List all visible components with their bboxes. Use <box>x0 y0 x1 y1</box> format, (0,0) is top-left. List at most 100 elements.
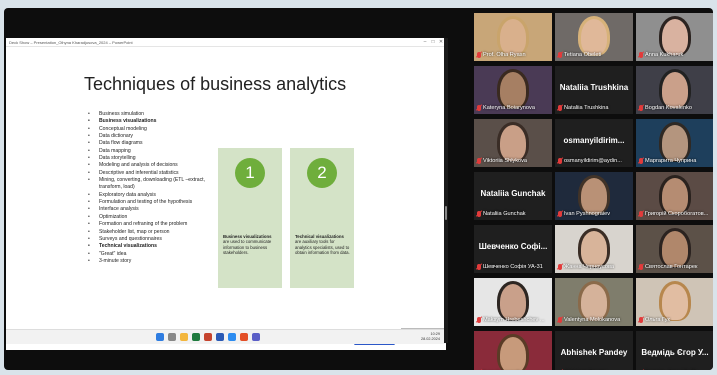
participant-face <box>662 284 688 320</box>
participant-tile[interactable]: Bogdan Kovalenko <box>636 66 713 114</box>
technique-item: "Great" idea <box>86 251 226 259</box>
participant-name: Жанна Черноусова <box>564 264 614 270</box>
participant-tile[interactable]: Prof. Olha Ryasn <box>474 13 552 61</box>
participant-label: Abhishek Pandey <box>558 369 608 370</box>
participant-tile[interactable]: Abhishek Pandey Abhishek Pandey <box>555 331 633 370</box>
participant-label: Iryna Lazarenko <box>477 369 523 370</box>
chrome-icon[interactable] <box>240 333 248 341</box>
participant-label: Nataliia Gunchak <box>477 210 526 218</box>
participant-label: Viktoriia Shlykova <box>477 157 527 165</box>
participant-name: Tetiana Obeleti <box>564 52 602 58</box>
participant-label: Valentyna Molokanova <box>558 316 620 324</box>
participant-tile[interactable]: Ivan Pyshnograiev <box>555 172 633 220</box>
splitter-handle-icon[interactable] <box>445 206 447 220</box>
participant-label: Святослав Гонтарек <box>639 263 697 271</box>
technique-item: transform, load) <box>99 184 135 191</box>
participant-tile[interactable]: Anna Kukharuk <box>636 13 713 61</box>
participant-tile[interactable]: Viktoriia Shlykova <box>474 119 552 167</box>
participant-name: Святослав Гонтарек <box>645 264 698 270</box>
clock-date: 28.02.2024 <box>420 337 440 341</box>
window-title: Deck Show – Presentation_Olhyna Kharadju… <box>9 40 133 45</box>
participant-tile[interactable]: Nataliia Trushkina Nataliia Trushkina <box>555 66 633 114</box>
muted-mic-icon <box>477 211 481 217</box>
zoom-icon[interactable] <box>228 333 236 341</box>
participant-display-name: Шевченко Софі... <box>478 242 548 251</box>
participant-name: Шевченко Софія УА-31 <box>483 264 543 270</box>
windows-taskbar: 10:29 28.02.2024 <box>6 329 446 344</box>
participant-tile[interactable]: Iryna Lazarenko <box>474 331 552 370</box>
participant-tile[interactable]: Святослав Гонтарек <box>636 225 713 273</box>
participant-tile[interactable]: Kateryna Boiarynova <box>474 66 552 114</box>
participant-display-name: Nataliia Trushkina <box>559 83 629 92</box>
participant-name: Prof. Olha Ryasn <box>483 52 526 58</box>
card-text: Business visualizations are used to comm… <box>223 234 279 255</box>
participant-tile[interactable]: Tetiana Obeleti <box>555 13 633 61</box>
technique-item: Conceptual modeling <box>86 126 226 134</box>
participant-display-name: Abhishek Pandey <box>560 348 628 357</box>
maximize-icon[interactable]: □ <box>430 39 436 45</box>
technique-list: Business simulationBusiness visualizatio… <box>86 111 226 266</box>
participant-label: Nataliia Trushkina <box>558 104 608 112</box>
technique-item: Data storytelling <box>86 155 226 163</box>
participant-name: Nataliia Trushkina <box>564 105 609 111</box>
participant-video <box>474 331 552 370</box>
powerpoint-icon[interactable] <box>204 333 212 341</box>
participant-tile[interactable]: Nataliia Gunchak Nataliia Gunchak <box>474 172 552 220</box>
technique-item: Data dictionary <box>86 133 226 141</box>
technique-item: 3-minute story <box>86 258 226 266</box>
participant-tile[interactable]: Ведмідь Єгор У... Ведмідь Єгор УА-22 <box>636 331 713 370</box>
folder-icon[interactable] <box>180 333 188 341</box>
participant-label: Maksym Hrebeshchev ... <box>477 316 545 324</box>
participant-name: Ivan Pyshnograiev <box>564 211 611 217</box>
participant-name: Viktoriia Shlykova <box>483 158 528 164</box>
teams-icon[interactable] <box>252 333 260 341</box>
participant-label: Ведмідь Єгор УА-22 <box>639 369 697 370</box>
participant-tile[interactable]: osmanyildirim... osmanyildirim@aydin... <box>555 119 633 167</box>
shared-screen[interactable]: Deck Show – Presentation_Olhyna Kharadju… <box>6 38 446 350</box>
muted-mic-icon <box>639 211 643 217</box>
technique-item: Business simulation <box>86 111 226 119</box>
technique-item: Formation and refraning of the problem <box>86 221 226 229</box>
participant-tile[interactable]: Григорій Скоробогатов... <box>636 172 713 220</box>
participant-tile[interactable]: Ольга Гук <box>636 278 713 326</box>
participant-tile[interactable]: Жанна Черноусова <box>555 225 633 273</box>
participant-name: Григорій Скоробогатов... <box>645 211 709 217</box>
participant-face <box>662 178 688 214</box>
technique-item: Interface analysis <box>86 206 226 214</box>
participant-tile[interactable]: Шевченко Софі... Шевченко Софія УА-31 <box>474 225 552 273</box>
technique-item: Business visualizations <box>86 118 226 126</box>
card-body: are used to communicate information to b… <box>223 239 272 255</box>
participant-label: Жанна Черноусова <box>558 263 614 271</box>
muted-mic-icon <box>558 158 562 164</box>
business-visualizations-card: 1 Business visualizations are used to co… <box>218 148 282 288</box>
technique-item: Formulation and testing of the hypothesi… <box>86 199 226 207</box>
participant-face <box>500 72 526 108</box>
number-badge-2: 2 <box>307 158 337 188</box>
participant-name: Nataliia Gunchak <box>483 211 526 217</box>
muted-mic-icon <box>558 317 562 323</box>
technique-item: Surveys and questionnaires <box>86 236 226 244</box>
participant-tile[interactable]: Маргарита Чуприна <box>636 119 713 167</box>
muted-mic-icon <box>639 158 643 164</box>
participant-tile[interactable]: Maksym Hrebeshchev ... <box>474 278 552 326</box>
participant-name: osmanyildirim@aydin... <box>564 158 622 164</box>
excel-icon[interactable] <box>192 333 200 341</box>
start-icon[interactable] <box>156 333 164 341</box>
search-icon[interactable] <box>168 333 176 341</box>
participant-name: Anna Kukharuk <box>645 52 684 58</box>
muted-mic-icon <box>477 317 481 323</box>
technique-item: Technical visualizations <box>86 243 226 251</box>
participant-display-name: Nataliia Gunchak <box>480 189 546 198</box>
participant-tile[interactable]: Valentyna Molokanova <box>555 278 633 326</box>
muted-mic-icon <box>639 52 643 58</box>
card-text: Technical visualizations are auxiliary t… <box>295 234 351 255</box>
participant-face <box>500 125 526 161</box>
word-icon[interactable] <box>216 333 224 341</box>
participant-name: Kateryna Boiarynova <box>483 105 535 111</box>
muted-mic-icon <box>639 317 643 323</box>
participant-face <box>662 231 688 267</box>
panel-splitter[interactable] <box>444 38 448 343</box>
presentation-title-bar: Deck Show – Presentation_Olhyna Kharadju… <box>6 38 446 47</box>
minimize-icon[interactable]: – <box>422 39 428 45</box>
participant-face <box>662 19 688 55</box>
